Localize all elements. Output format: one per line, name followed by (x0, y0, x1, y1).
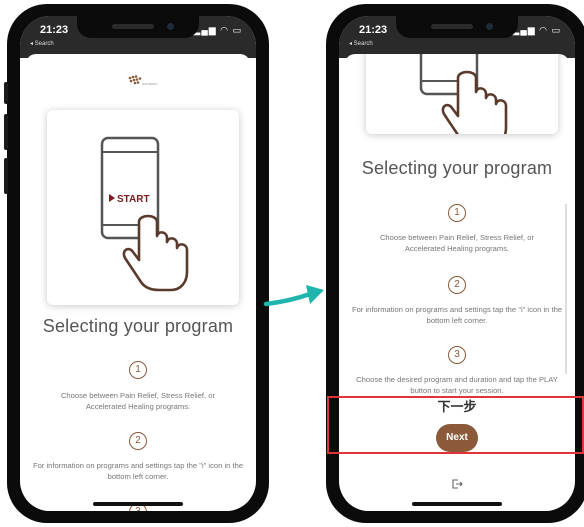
pointing-hand-icon (122, 214, 189, 292)
step-description: Choose between Pain Relief, Stress Relie… (60, 391, 216, 411)
back-to-search-link[interactable]: ◂ Search (30, 40, 54, 47)
page-title: Selecting your program (42, 316, 234, 336)
scrollbar[interactable] (565, 204, 567, 374)
arrow-icon (263, 285, 324, 307)
step-number: 2 (129, 432, 147, 450)
home-indicator (93, 502, 183, 506)
side-button (4, 82, 8, 104)
status-icons: ▂▄▆ ◠ ▭ (193, 25, 242, 35)
status-time: 21:23 (40, 24, 69, 36)
step-number: 1 (448, 204, 466, 222)
step-description: Choose the desired program and duration … (356, 375, 558, 395)
step-description: For information on programs and settings… (32, 461, 244, 481)
screen-left: 21:23 ◂ Search ▂▄▆ ◠ ▭ pompom START Sele… (20, 16, 256, 511)
status-icons: ▂▄▆ ◠ ▭ (512, 25, 561, 35)
step-number: 3 (448, 346, 466, 364)
notch (396, 16, 518, 38)
side-button (4, 114, 8, 150)
exit-icon[interactable] (451, 478, 463, 490)
highlight-box (327, 396, 584, 454)
brand-logo: pompom (118, 72, 158, 88)
illustration-card (366, 54, 558, 148)
play-icon (109, 194, 115, 202)
step-description: For information on programs and settings… (351, 305, 563, 325)
illustration-card: START (47, 110, 239, 305)
status-time: 21:23 (359, 24, 388, 36)
phone-illustration (419, 54, 508, 148)
phone-illustration: START (100, 136, 189, 292)
side-button (4, 158, 8, 194)
notch (77, 16, 199, 38)
page-title: Selecting your program (361, 158, 553, 178)
step-description: Choose between Pain Relief, Stress Relie… (379, 233, 535, 253)
brand-name: pompom (142, 82, 158, 86)
home-indicator (412, 502, 502, 506)
start-label: START (117, 194, 150, 205)
step-number: 2 (448, 276, 466, 294)
back-to-search-link[interactable]: ◂ Search (349, 40, 373, 47)
phone-left: 21:23 ◂ Search ▂▄▆ ◠ ▭ pompom START Sele… (4, 4, 269, 523)
step-number: 1 (129, 361, 147, 379)
onboarding-sheet: pompom START Selecting your program 1 Ch… (26, 54, 250, 511)
